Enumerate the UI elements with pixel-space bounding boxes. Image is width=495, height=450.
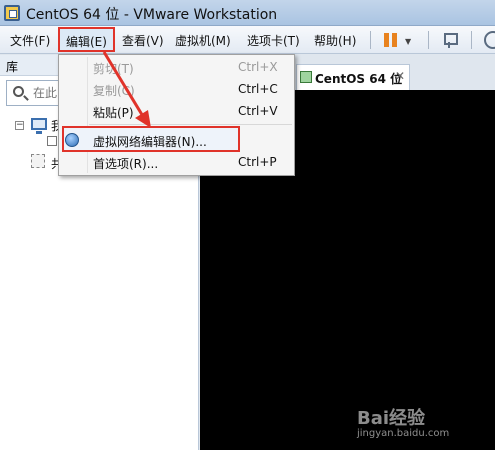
network-icon[interactable] bbox=[441, 31, 459, 49]
edit-menu-dropdown: 剪切(T) Ctrl+X 复制(C) Ctrl+C 粘贴(P) Ctrl+V 虚… bbox=[58, 54, 295, 176]
menu-help[interactable]: 帮助(H) bbox=[314, 32, 356, 49]
menu-vm[interactable]: 虚拟机(M) bbox=[175, 32, 231, 49]
close-icon[interactable]: ✕ bbox=[395, 69, 405, 83]
menu-bar: 文件(F) 编辑(E) 查看(V) 虚拟机(M) 选项卡(T) 帮助(H) ▼ bbox=[0, 26, 495, 54]
shortcut-cut: Ctrl+X bbox=[238, 60, 278, 74]
menu-item-cut[interactable]: 剪切(T) bbox=[93, 60, 134, 77]
toolbar-separator bbox=[428, 31, 429, 49]
menu-file[interactable]: 文件(F) bbox=[10, 32, 50, 49]
baidu-watermark: Bai经验 jingyan.baidu.com bbox=[357, 400, 477, 444]
pause-dropdown-icon[interactable]: ▼ bbox=[405, 37, 411, 46]
library-title: 库 bbox=[6, 60, 19, 74]
shared-vms-icon bbox=[31, 154, 45, 168]
pause-icon[interactable] bbox=[383, 32, 399, 48]
tree-collapse-icon[interactable]: − bbox=[15, 121, 24, 130]
tab-label: CentOS 64 位 bbox=[315, 72, 403, 86]
toolbar-separator bbox=[471, 31, 472, 49]
menu-separator bbox=[89, 124, 292, 125]
menu-tabs[interactable]: 选项卡(T) bbox=[247, 32, 300, 49]
vmware-app-icon bbox=[4, 5, 20, 21]
globe-icon bbox=[65, 133, 79, 147]
window-title: CentOS 64 位 - VMware Workstation bbox=[26, 7, 278, 23]
menu-item-virtual-network-editor[interactable]: 虚拟网络编辑器(N)... bbox=[93, 133, 207, 150]
menu-item-copy[interactable]: 复制(C) bbox=[93, 82, 135, 99]
watermark-brand: Bai经验 bbox=[357, 408, 426, 429]
title-bar: CentOS 64 位 - VMware Workstation bbox=[0, 0, 495, 26]
shortcut-preferences: Ctrl+P bbox=[238, 155, 277, 169]
tab-centos[interactable]: CentOS 64 位 ✕ bbox=[296, 64, 410, 90]
vm-running-icon bbox=[300, 71, 312, 83]
menu-item-preferences[interactable]: 首选项(R)... bbox=[93, 155, 158, 172]
help-icon[interactable] bbox=[484, 31, 495, 49]
vm-icon bbox=[47, 136, 57, 146]
shortcut-copy: Ctrl+C bbox=[238, 82, 278, 96]
search-icon bbox=[13, 86, 24, 97]
menu-item-paste[interactable]: 粘贴(P) bbox=[93, 104, 134, 121]
menu-view[interactable]: 查看(V) bbox=[122, 32, 164, 49]
toolbar-separator bbox=[370, 31, 371, 49]
shortcut-paste: Ctrl+V bbox=[238, 104, 278, 118]
computer-icon bbox=[31, 118, 47, 134]
menu-gutter bbox=[87, 57, 88, 173]
menu-edit[interactable]: 编辑(E) bbox=[58, 27, 115, 52]
watermark-url: jingyan.baidu.com bbox=[357, 428, 450, 439]
